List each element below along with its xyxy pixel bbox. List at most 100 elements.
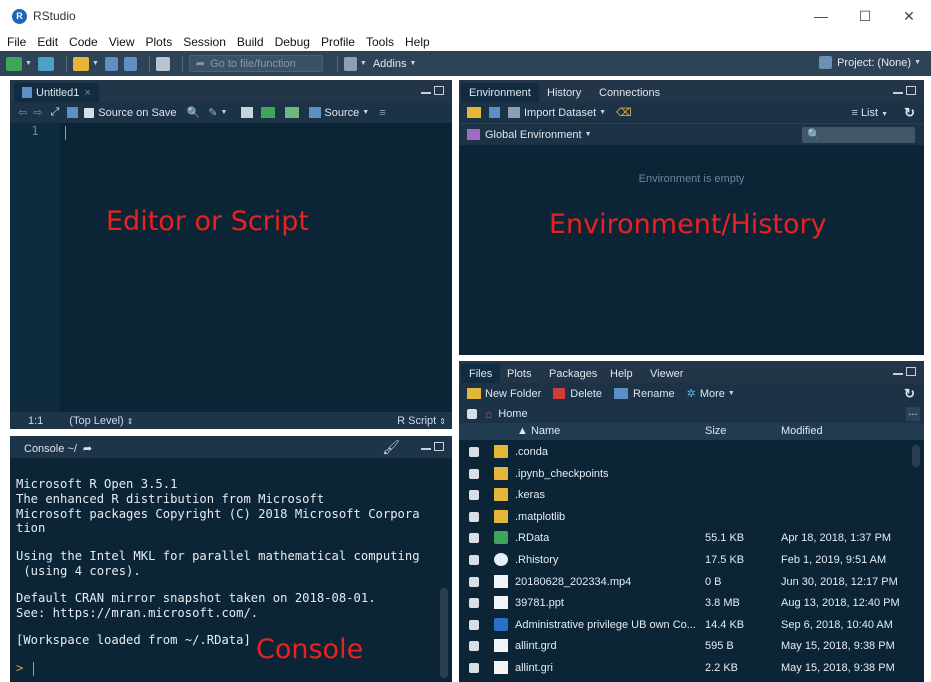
environment-search-input[interactable]: 🔍 xyxy=(802,127,915,143)
maximize-pane-icon[interactable] xyxy=(434,442,444,451)
more-path-button[interactable]: ... xyxy=(906,406,920,421)
source-button[interactable]: Source xyxy=(324,107,359,119)
tab-packages[interactable]: Packages xyxy=(541,364,605,383)
maximize-pane-icon[interactable] xyxy=(906,86,916,95)
menu-help[interactable]: Help xyxy=(405,35,430,49)
menu-session[interactable]: Session xyxy=(183,35,226,49)
file-name[interactable]: .ipynb_checkpoints xyxy=(515,468,609,480)
addins-button[interactable]: Addins ▼ xyxy=(373,58,417,70)
row-checkbox[interactable] xyxy=(469,511,479,522)
file-name[interactable]: .Rhistory xyxy=(515,554,558,566)
row-checkbox[interactable] xyxy=(469,619,479,630)
tab-untitled1[interactable]: Untitled1 × xyxy=(14,83,99,102)
minimize-pane-icon[interactable] xyxy=(893,367,903,375)
row-checkbox[interactable] xyxy=(469,663,479,673)
file-row[interactable]: .RData 55.1 KB Apr 18, 2018, 1:37 PM xyxy=(459,528,924,550)
minimize-pane-icon[interactable] xyxy=(893,86,903,94)
refresh-icon[interactable]: ↻ xyxy=(904,105,915,121)
file-row[interactable]: allint.gri 2.2 KB May 15, 2018, 9:38 PM xyxy=(459,658,924,680)
rename-button[interactable]: Rename xyxy=(633,388,675,400)
clear-objects-broom-icon[interactable]: ⌫ xyxy=(616,106,632,119)
tab-help[interactable]: Help xyxy=(602,364,641,383)
console-output[interactable]: Microsoft R Open 3.5.1 The enhanced R di… xyxy=(10,458,452,682)
view-mode-selector[interactable]: ≡ List ▼ xyxy=(851,107,888,119)
tab-environment[interactable]: Environment xyxy=(461,83,539,102)
file-name[interactable]: 20180628_202334.mp4 xyxy=(515,576,631,588)
find-icon[interactable]: 🔍 xyxy=(187,106,201,119)
save-all-button[interactable] xyxy=(123,56,137,71)
tab-history[interactable]: History xyxy=(539,83,589,102)
delete-button[interactable]: Delete xyxy=(570,388,602,400)
menu-file[interactable]: File xyxy=(7,35,26,49)
save-workspace-icon[interactable] xyxy=(489,107,500,118)
file-name[interactable]: .RData xyxy=(515,532,549,544)
row-checkbox[interactable] xyxy=(469,641,479,652)
select-all-checkbox[interactable] xyxy=(467,408,477,419)
menu-profile[interactable]: Profile xyxy=(321,35,355,49)
row-checkbox[interactable] xyxy=(469,490,479,501)
file-name[interactable]: .conda xyxy=(515,446,548,458)
menu-plots[interactable]: Plots xyxy=(146,35,173,49)
refresh-icon[interactable]: ↻ xyxy=(904,386,915,402)
new-project-button[interactable] xyxy=(37,56,54,71)
save-button[interactable] xyxy=(104,56,118,71)
column-modified-header[interactable]: Modified xyxy=(781,425,823,437)
file-row[interactable]: 39781.ppt 3.8 MB Aug 13, 2018, 12:40 PM xyxy=(459,593,924,615)
tab-viewer[interactable]: Viewer xyxy=(642,364,691,383)
tab-plots[interactable]: Plots xyxy=(499,364,539,383)
new-folder-button[interactable]: New Folder xyxy=(485,388,541,400)
menu-build[interactable]: Build xyxy=(237,35,264,49)
open-file-button[interactable]: ▼ xyxy=(72,56,99,71)
file-row[interactable]: .ipynb_checkpoints xyxy=(459,464,924,486)
file-row[interactable]: .keras xyxy=(459,485,924,507)
file-name[interactable]: .keras xyxy=(515,489,545,501)
file-name[interactable]: allint.grd xyxy=(515,640,557,652)
project-menu[interactable]: Project: (None) ▼ xyxy=(819,56,921,69)
files-scrollbar[interactable] xyxy=(912,445,920,467)
more-button[interactable]: More xyxy=(700,388,725,400)
minimize-pane-icon[interactable] xyxy=(421,442,431,450)
file-row[interactable]: Administrative privilege UB own Co... 14.… xyxy=(459,615,924,637)
column-size-header[interactable]: Size xyxy=(705,425,726,437)
file-row[interactable]: 20180628_202334.mp4 0 B Jun 30, 2018, 12:1… xyxy=(459,572,924,594)
column-name-header[interactable]: ▲ Name xyxy=(517,425,560,437)
close-button[interactable]: ✕ xyxy=(887,0,931,32)
maximize-pane-icon[interactable] xyxy=(434,86,444,95)
file-row[interactable]: allint.grd 595 B May 15, 2018, 9:38 PM xyxy=(459,636,924,658)
menu-view[interactable]: View xyxy=(109,35,135,49)
minimize-button[interactable]: — xyxy=(799,0,843,32)
go-to-file-input[interactable]: ➦ Go to file/function xyxy=(188,55,323,72)
row-checkbox[interactable] xyxy=(469,447,479,457)
maximize-pane-icon[interactable] xyxy=(906,367,916,376)
scope-selector[interactable]: (Top Level) ⇕ xyxy=(69,415,133,427)
row-checkbox[interactable] xyxy=(469,598,479,609)
row-checkbox[interactable] xyxy=(469,533,479,544)
go-to-directory-icon[interactable]: ➦ xyxy=(83,442,92,455)
tab-connections[interactable]: Connections xyxy=(591,83,668,102)
source-on-save-checkbox[interactable] xyxy=(84,107,95,118)
file-row[interactable]: .Rhistory 17.5 KB Feb 1, 2019, 9:51 AM xyxy=(459,550,924,572)
file-type-selector[interactable]: R Script ⇕ xyxy=(397,415,446,427)
maximize-button[interactable]: ☐ xyxy=(843,0,887,32)
forward-arrow-icon[interactable]: ⇨ xyxy=(33,106,42,119)
show-in-window-icon[interactable]: ⤢ xyxy=(50,106,59,119)
run-lines-icon[interactable] xyxy=(261,107,276,118)
code-tools-wand-icon[interactable]: ✎ xyxy=(208,106,217,119)
back-arrow-icon[interactable]: ⇦ xyxy=(18,106,27,119)
menu-debug[interactable]: Debug xyxy=(275,35,310,49)
clear-console-icon[interactable]: 🖌 xyxy=(382,439,400,456)
new-file-button[interactable]: ▼ xyxy=(6,56,32,71)
console-scrollbar[interactable] xyxy=(440,588,448,678)
code-editor[interactable]: 1 Editor or Script xyxy=(10,123,452,429)
row-checkbox[interactable] xyxy=(469,555,479,565)
minimize-pane-icon[interactable] xyxy=(421,86,431,94)
workspace-panes-button[interactable]: ▼ xyxy=(343,56,367,71)
file-name[interactable]: 39781.ppt xyxy=(515,597,564,609)
save-icon[interactable] xyxy=(67,107,79,118)
menu-code[interactable]: Code xyxy=(69,35,98,49)
breadcrumb-home[interactable]: Home xyxy=(498,408,527,420)
compile-report-icon[interactable] xyxy=(241,107,254,118)
load-workspace-icon[interactable] xyxy=(467,107,481,118)
file-row[interactable]: .matplotlib xyxy=(459,507,924,529)
file-name[interactable]: allint.gri xyxy=(515,662,553,674)
